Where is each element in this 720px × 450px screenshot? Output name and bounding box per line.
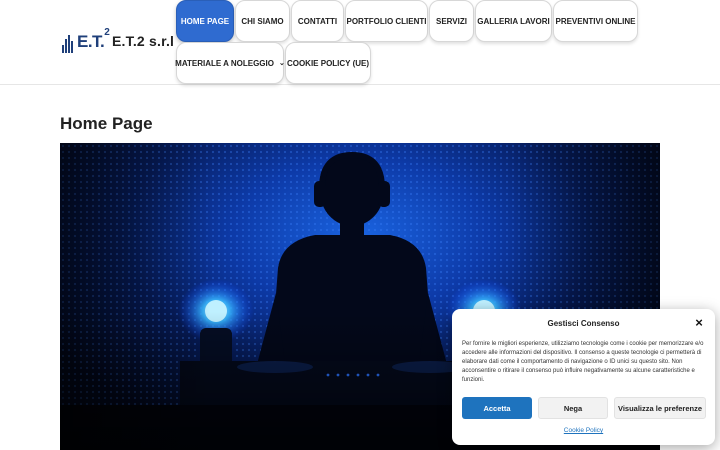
deny-button[interactable]: Nega (538, 397, 608, 419)
view-preferences-button[interactable]: Visualizza le preferenze (614, 397, 706, 419)
logo-text: E.T.2 (77, 27, 110, 51)
nav-item-chi-siamo[interactable]: CHI SIAMO (235, 0, 290, 42)
close-icon[interactable]: × (692, 316, 706, 330)
nav-item-contatti[interactable]: CONTATTI (291, 0, 344, 42)
chevron-down-icon: ⌄ (278, 60, 285, 67)
logo-bars-icon (62, 31, 74, 53)
nav-item-materiale-a-noleggio[interactable]: MATERIALE A NOLEGGIO ⌄ (175, 42, 285, 84)
nav-item-portfolio-clienti[interactable]: PORTFOLIO CLIENTI (345, 0, 428, 42)
cookie-consent-banner: Gestisci Consenso × Per fornire le migli… (452, 309, 715, 445)
site-header: E.T.2 E.T.2 s.r.l HOME PAGE CHI SIAMO CO… (0, 0, 720, 85)
nav-item-preventivi-online[interactable]: PREVENTIVI ONLINE (553, 0, 638, 42)
nav-item-home-page[interactable]: HOME PAGE (176, 0, 234, 42)
page-title: Home Page (60, 114, 153, 133)
nav-item-servizi[interactable]: SERVIZI (429, 0, 474, 42)
site-name[interactable]: E.T.2 s.r.l (112, 33, 174, 49)
accept-button[interactable]: Accetta (462, 397, 532, 419)
nav-item-cookie-policy[interactable]: COOKIE POLICY (UE) (285, 42, 371, 84)
cookie-policy-link[interactable]: Cookie Policy (452, 427, 715, 434)
site-logo[interactable]: E.T.2 (62, 27, 110, 54)
cookie-banner-text: Per fornire le migliori esperienze, util… (462, 341, 704, 383)
cookie-banner-title: Gestisci Consenso (547, 319, 620, 328)
nav-item-galleria-lavori[interactable]: GALLERIA LAVORI (475, 0, 552, 42)
